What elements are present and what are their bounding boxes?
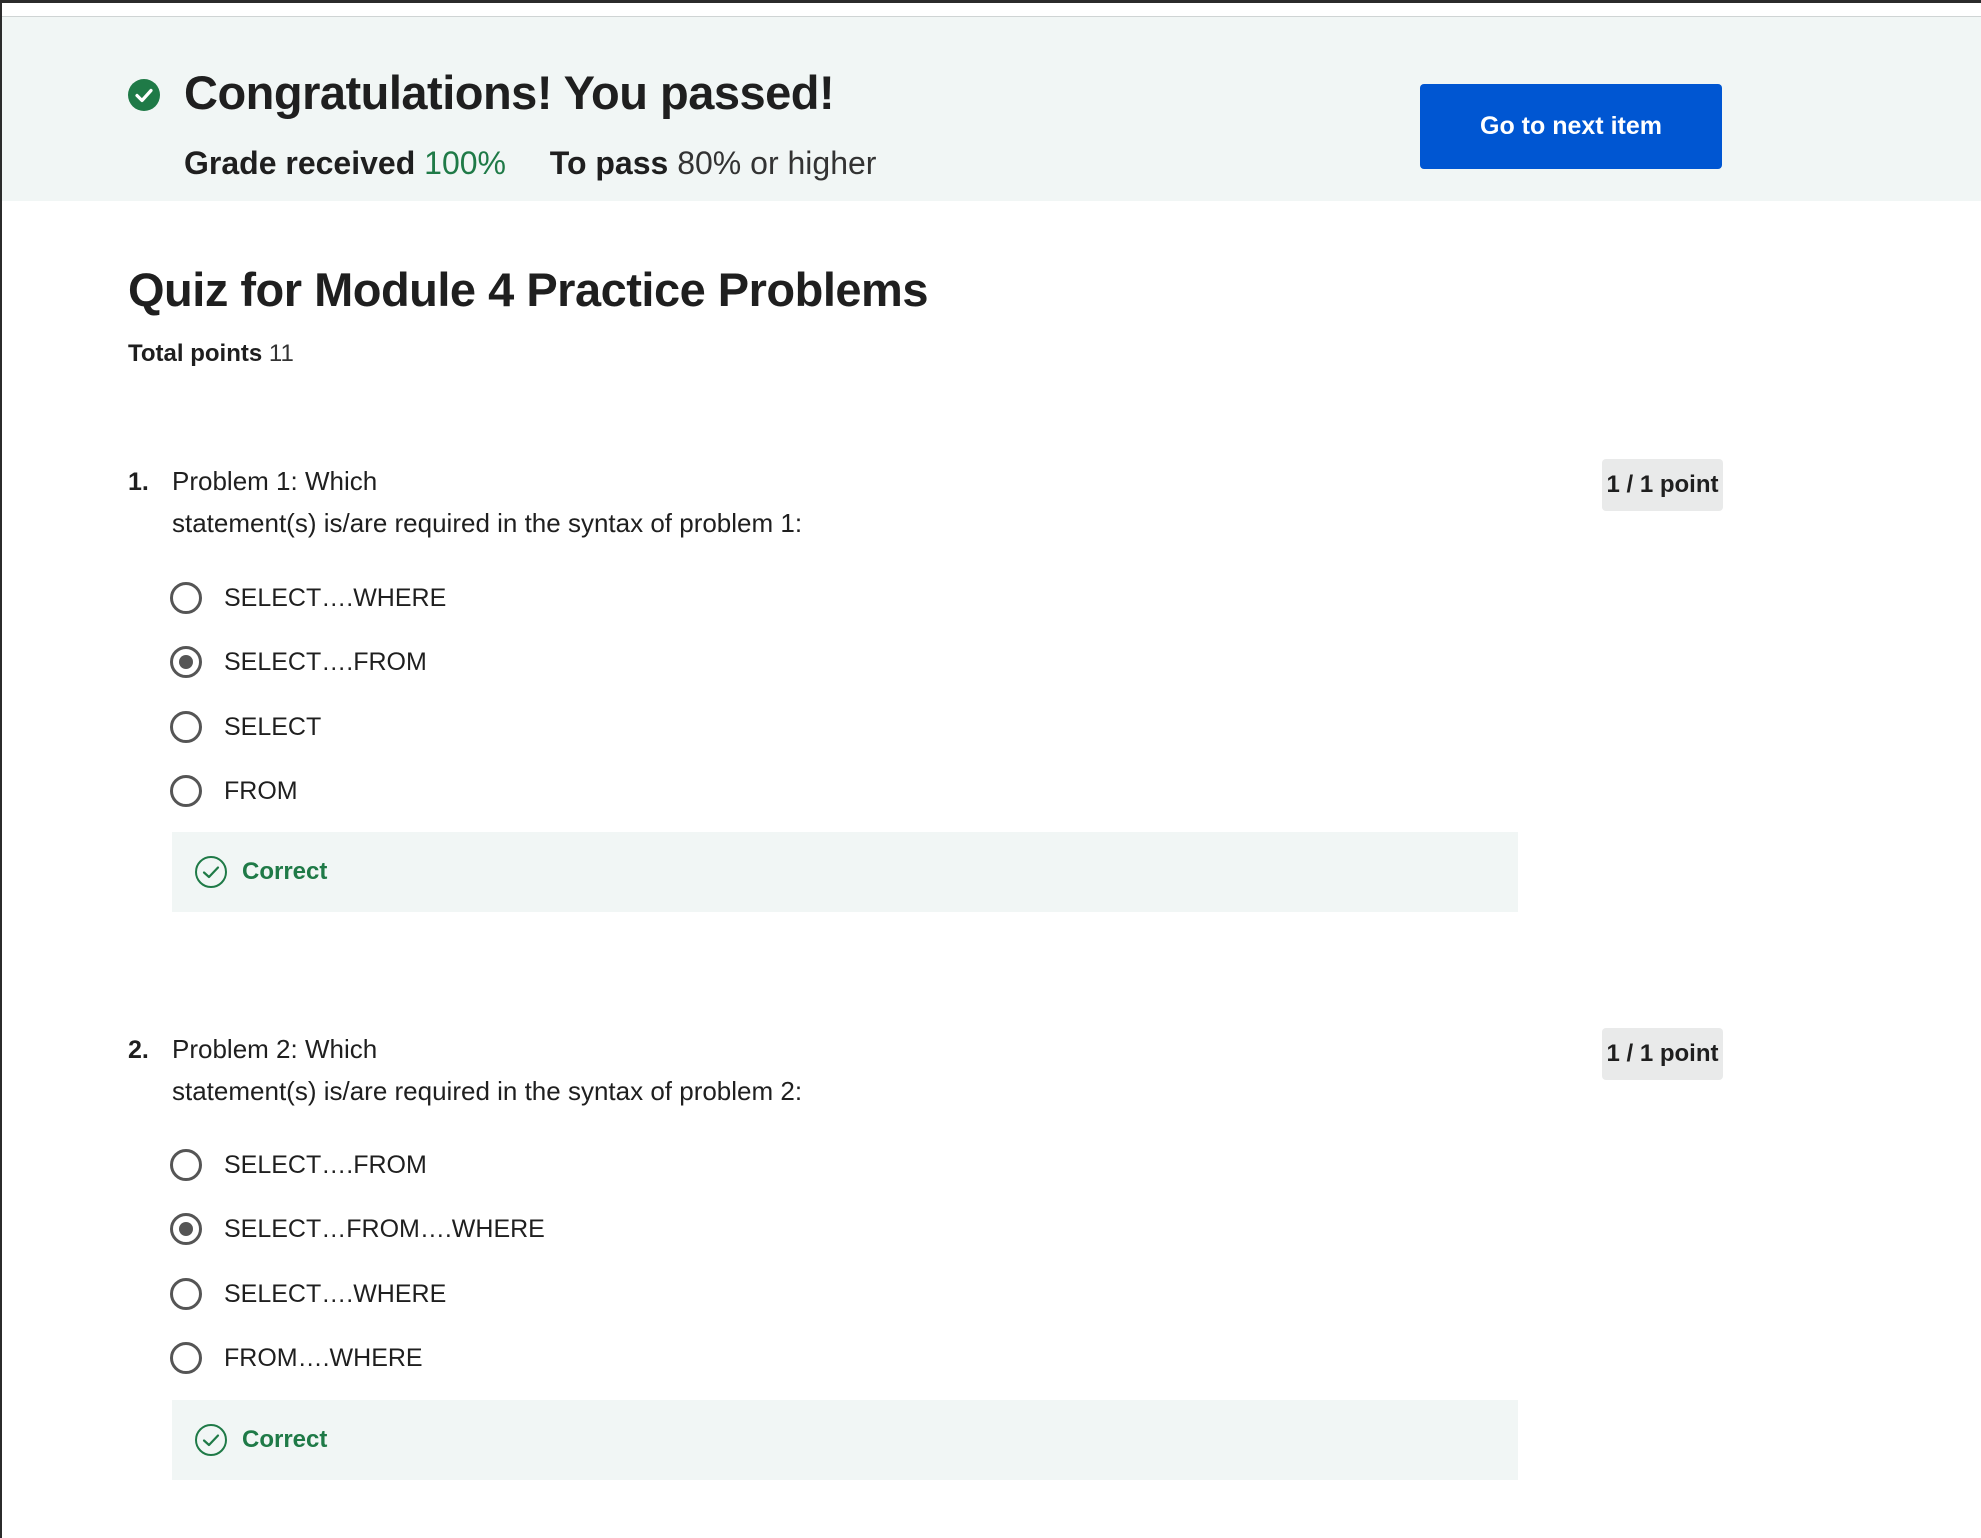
question-text: Problem 1: Which statement(s) is/are req…	[172, 460, 1072, 544]
radio-button-selected[interactable]	[170, 1213, 202, 1245]
answer-option-label: SELECT….WHERE	[224, 1279, 447, 1308]
answer-option[interactable]: FROM	[170, 771, 298, 811]
go-to-next-item-button[interactable]: Go to next item	[1420, 84, 1722, 169]
answer-option[interactable]: SELECT….FROM	[170, 1145, 427, 1185]
quiz-title: Quiz for Module 4 Practice Problems	[128, 263, 928, 316]
total-points-value: 11	[268, 340, 294, 367]
window-top-border	[2, 0, 1981, 3]
total-points-label: Total points	[128, 340, 263, 367]
question-text-line: Problem 2: Which	[172, 1034, 378, 1064]
radio-button[interactable]	[170, 1278, 202, 1310]
answer-option-label: FROM….WHERE	[224, 1343, 423, 1372]
answer-option[interactable]: SELECT….WHERE	[170, 1274, 446, 1314]
answer-option[interactable]: SELECT….WHERE	[170, 578, 446, 618]
check-circle-outline-icon	[195, 1424, 227, 1456]
radio-button[interactable]	[170, 1149, 202, 1181]
answer-option-label: SELECT….FROM	[224, 1150, 427, 1179]
answer-option[interactable]: SELECT….FROM	[170, 642, 427, 682]
question-number: 2.	[128, 1036, 149, 1064]
points-badge: 1 / 1 point	[1602, 459, 1723, 511]
pass-banner: Congratulations! You passed! Grade recei…	[2, 17, 1981, 201]
answer-option[interactable]: SELECT	[170, 707, 321, 747]
answer-option-label: SELECT….FROM	[224, 647, 427, 676]
total-points: Total points 11	[128, 340, 294, 368]
feedback-box: Correct	[172, 1400, 1518, 1480]
grade-summary: Grade received 100% To pass 80% or highe…	[184, 145, 876, 182]
to-pass-value: 80% or higher	[677, 145, 877, 181]
grade-received-label: Grade received	[184, 145, 416, 181]
question-text-line: statement(s) is/are required in the synt…	[172, 1076, 803, 1106]
radio-button[interactable]	[170, 582, 202, 614]
check-circle-icon	[128, 79, 160, 111]
radio-button-selected[interactable]	[170, 646, 202, 678]
question-text-line: statement(s) is/are required in the synt…	[172, 508, 803, 538]
answer-option-label: SELECT…FROM….WHERE	[224, 1214, 545, 1243]
feedback-text: Correct	[242, 1426, 328, 1453]
grade-received-value: 100%	[424, 145, 506, 181]
question-text: Problem 2: Which statement(s) is/are req…	[172, 1028, 1072, 1112]
answer-option[interactable]: FROM….WHERE	[170, 1338, 423, 1378]
answer-option[interactable]: SELECT…FROM….WHERE	[170, 1209, 545, 1249]
check-circle-outline-icon	[195, 856, 227, 888]
answer-option-label: SELECT….WHERE	[224, 583, 447, 612]
pass-title: Congratulations! You passed!	[184, 66, 835, 119]
answer-option-label: FROM	[224, 776, 298, 805]
points-badge: 1 / 1 point	[1602, 1028, 1723, 1080]
answer-option-label: SELECT	[224, 712, 322, 741]
to-pass-label: To pass	[549, 145, 669, 181]
radio-button[interactable]	[170, 775, 202, 807]
radio-button[interactable]	[170, 711, 202, 743]
feedback-box: Correct	[172, 832, 1518, 912]
feedback-text: Correct	[242, 858, 328, 885]
question-text-line: Problem 1: Which	[172, 466, 378, 496]
question-number: 1.	[128, 468, 149, 496]
radio-button[interactable]	[170, 1342, 202, 1374]
